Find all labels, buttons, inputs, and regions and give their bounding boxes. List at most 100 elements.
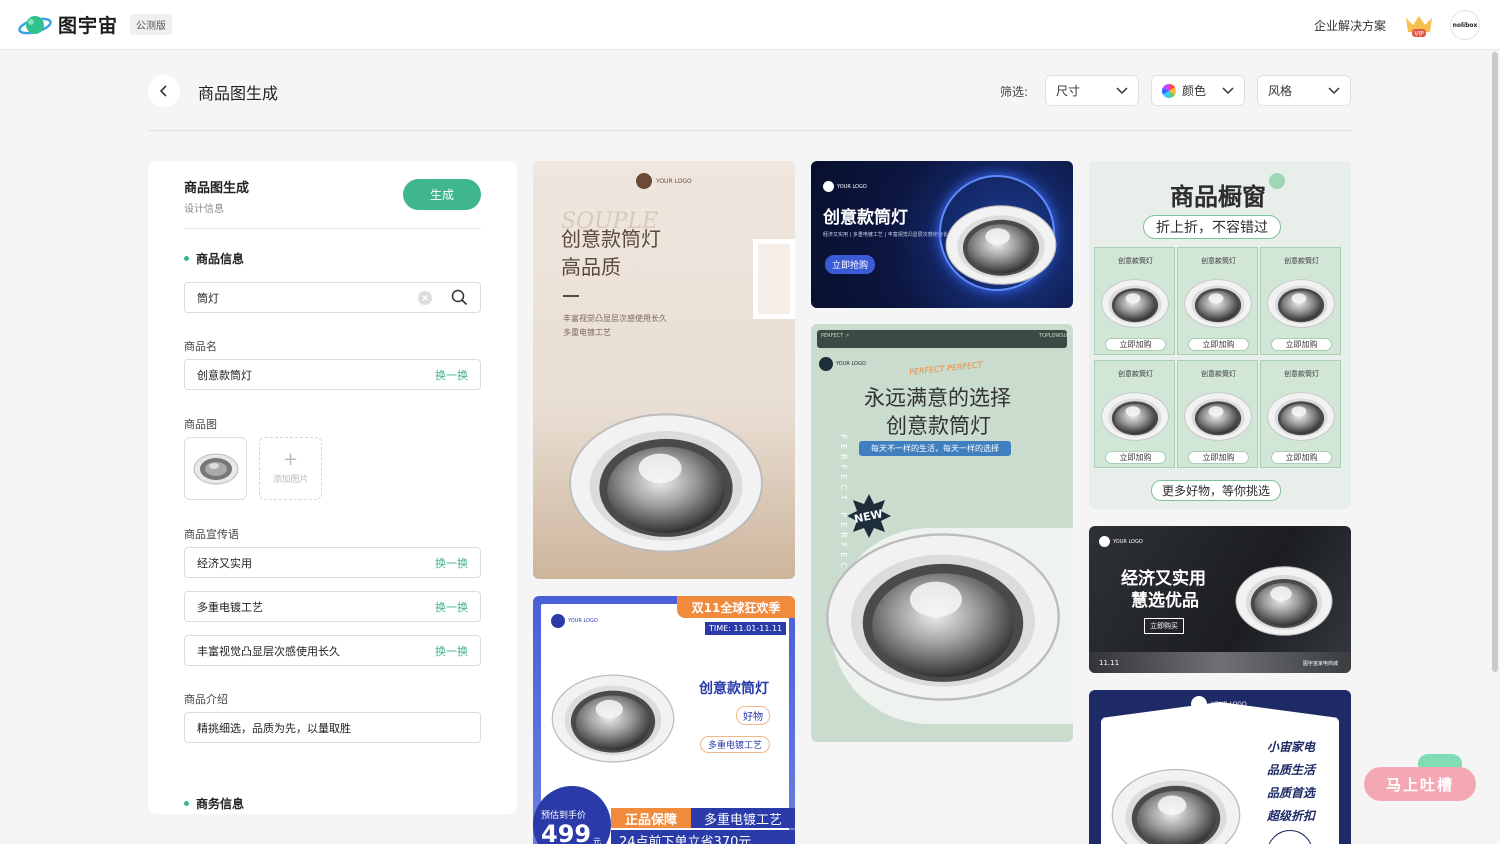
card-date: 11.11 xyxy=(1099,659,1120,667)
card-headline-2: 高品质 xyxy=(561,255,621,279)
swap-slogan-button[interactable]: 换一换 xyxy=(435,643,468,659)
template-card-5[interactable]: PERFECT ↗ TOPLOWSU YOUR LOGO PERFECT PER… xyxy=(811,324,1073,742)
product-image-label: 商品图 xyxy=(184,418,217,431)
grid-item[interactable]: 创意款筒灯 立即加购 xyxy=(1094,360,1175,468)
downlight-image xyxy=(193,453,238,484)
product-lamp-image xyxy=(1184,278,1252,329)
intro-value: 精挑细选，品质为先，以量取胜 xyxy=(197,721,351,735)
product-lamp-image xyxy=(1267,278,1335,329)
enterprise-solutions-link[interactable]: 企业解决方案 xyxy=(1314,17,1386,34)
planet-logo-icon xyxy=(18,15,52,34)
logo-text: YOUR LOGO xyxy=(1113,538,1143,545)
card-headline-1: 永远满意的选择 xyxy=(864,386,1011,410)
slogan-field-2[interactable]: 多重电镀工艺 换一换 xyxy=(184,591,481,622)
template-card-4[interactable]: YOUR LOGO 双11全球狂欢季 TIME: 11.01-11.11 创意款… xyxy=(533,596,795,844)
card-subline: 经济又实用 | 多重电镀工艺 | 丰富视觉凸显层次感使用长久 xyxy=(823,232,953,238)
template-card-7[interactable]: YOUR LOGO 小宙家电 品质生活 品质首选 超级折扣 xyxy=(1089,690,1351,844)
logo-badge-icon xyxy=(1099,536,1110,547)
filter-color-select[interactable]: 颜色 xyxy=(1151,75,1245,106)
template-card-1[interactable]: YOUR LOGO SOUPLE 创意款筒灯 高品质 丰富视觉凸显层次感使用长久… xyxy=(533,161,795,579)
grid-item[interactable]: 创意款筒灯 立即加购 xyxy=(1177,247,1258,355)
panel-divider xyxy=(184,228,481,229)
grid-item-button[interactable]: 立即加购 xyxy=(1105,338,1166,351)
app-logo[interactable]: 图宇宙 公测版 xyxy=(18,11,173,38)
card-logo: YOUR LOGO xyxy=(819,357,866,371)
card-line-4: 超级折扣 xyxy=(1267,809,1316,823)
decor-dot xyxy=(1269,173,1285,189)
decor-frame xyxy=(753,239,795,319)
product-image-thumbnail[interactable] xyxy=(184,437,247,500)
grid-item-button[interactable]: 立即加购 xyxy=(1188,338,1249,351)
filter-size-label: 尺寸 xyxy=(1056,84,1081,98)
back-button[interactable] xyxy=(148,75,180,107)
grid-item-button[interactable]: 立即加购 xyxy=(1188,451,1249,464)
product-lamp-image xyxy=(568,409,764,557)
product-intro-field[interactable]: 精挑细选，品质为先，以量取胜 xyxy=(184,712,481,743)
card-headline-1: 创意款筒灯 xyxy=(561,227,661,251)
template-card-6[interactable]: YOUR LOGO 经济又实用 慧选优品 立即购买 11.11 图宇宙家电商城 xyxy=(1089,526,1351,673)
panel-subtitle: 设计信息 xyxy=(184,204,224,215)
template-card-2[interactable]: YOUR LOGO 创意款筒灯 经济又实用 | 多重电镀工艺 | 丰富视觉凸显层… xyxy=(811,161,1073,308)
card-line-2: 品质生活 xyxy=(1267,763,1316,777)
product-name-field[interactable]: 创意款筒灯 换一换 xyxy=(184,359,481,390)
panel-title: 商品图生成 xyxy=(184,181,250,196)
slogan-value: 多重电镀工艺 xyxy=(197,600,263,614)
logo-badge-icon xyxy=(636,173,652,189)
logo-text: YOUR LOGO xyxy=(568,618,598,624)
generate-button[interactable]: 生成 xyxy=(403,179,481,210)
swap-slogan-button[interactable]: 换一换 xyxy=(435,599,468,615)
swap-slogan-button[interactable]: 换一换 xyxy=(435,555,468,571)
card-headline: 创意款筒灯 xyxy=(699,681,769,697)
search-value: 筒灯 xyxy=(197,291,219,305)
user-avatar[interactable]: nolibox xyxy=(1450,10,1480,40)
filter-size-select[interactable]: 尺寸 xyxy=(1045,75,1139,106)
add-image-label: 添加图片 xyxy=(272,475,309,485)
strip-left-text: PERFECT ↗ xyxy=(821,333,850,339)
card-logo: YOUR LOGO xyxy=(1099,536,1143,547)
feedback-button[interactable]: 马上吐槽 xyxy=(1364,767,1476,801)
logo-text: YOUR LOGO xyxy=(837,183,867,190)
product-lamp-image xyxy=(825,528,1061,706)
slogan-label: 商品宣传语 xyxy=(184,528,239,541)
grid-item-name: 创意款筒灯 xyxy=(1201,257,1236,265)
page-scrollbar[interactable] xyxy=(1492,52,1498,672)
product-name-label: 商品名 xyxy=(184,340,217,353)
showcase-footer: 更多好物，等你挑选 xyxy=(1151,480,1282,501)
tag-goods: 好物 xyxy=(736,706,770,725)
top-bar: 图宇宙 公测版 企业解决方案 VIP nolibox xyxy=(0,0,1500,50)
page-title: 商品图生成 xyxy=(198,84,279,103)
swap-name-button[interactable]: 换一换 xyxy=(435,367,468,383)
product-lamp-image xyxy=(551,672,675,765)
card-cta-button: 立即抢购 xyxy=(825,255,876,274)
slogan-field-1[interactable]: 经济又实用 换一换 xyxy=(184,547,481,578)
filter-label: 筛选: xyxy=(1000,85,1029,99)
tag-plating: 多重电镀工艺 xyxy=(700,736,771,753)
product-lamp-image xyxy=(1235,564,1333,638)
grid-item[interactable]: 创意款筒灯 立即加购 xyxy=(1177,360,1258,468)
logo-text: YOUR LOGO xyxy=(656,177,692,185)
grid-item-button[interactable]: 立即加购 xyxy=(1271,451,1332,464)
add-image-button[interactable]: + 添加图片 xyxy=(259,437,322,500)
grid-item[interactable]: 创意款筒灯 立即加购 xyxy=(1094,247,1175,355)
grid-item[interactable]: 创意款筒灯 立即加购 xyxy=(1260,360,1341,468)
strip-right-text: TOPLOWSU xyxy=(1039,333,1068,339)
design-panel: 商品图生成 设计信息 生成 商品信息 筒灯 商品名 创意款筒灯 换一换 商品图 xyxy=(148,161,517,814)
chevron-down-icon xyxy=(1328,86,1340,94)
logo-text: YOUR LOGO xyxy=(836,361,866,367)
vip-label: VIP xyxy=(1414,31,1424,38)
template-card-3[interactable]: 商品橱窗 折上折，不容错过 创意款筒灯 立即加购 创意款筒灯 立即加购 创意款筒灯 立即加… xyxy=(1089,161,1351,509)
grid-item[interactable]: 创意款筒灯 立即加购 xyxy=(1260,247,1341,355)
slogan-field-3[interactable]: 丰富视觉凸显层次感使用长久 换一换 xyxy=(184,635,481,666)
filter-style-select[interactable]: 风格 xyxy=(1257,75,1351,106)
search-icon[interactable] xyxy=(451,289,468,306)
card-headline: 创意款筒灯 xyxy=(823,208,908,228)
product-search-input[interactable]: 筒灯 xyxy=(184,282,481,313)
card-brand: 图宇宙家电商城 xyxy=(1303,661,1339,667)
bar-plating: 多重电镀工艺 xyxy=(691,808,795,828)
grid-item-button[interactable]: 立即加购 xyxy=(1105,451,1166,464)
event-time: TIME: 11.01-11.11 xyxy=(705,622,787,635)
vip-crown-icon[interactable]: VIP xyxy=(1404,12,1434,38)
grid-item-button[interactable]: 立即加购 xyxy=(1271,338,1332,351)
event-badge: 双11全球狂欢季 xyxy=(677,596,795,618)
clear-icon[interactable] xyxy=(417,290,433,306)
